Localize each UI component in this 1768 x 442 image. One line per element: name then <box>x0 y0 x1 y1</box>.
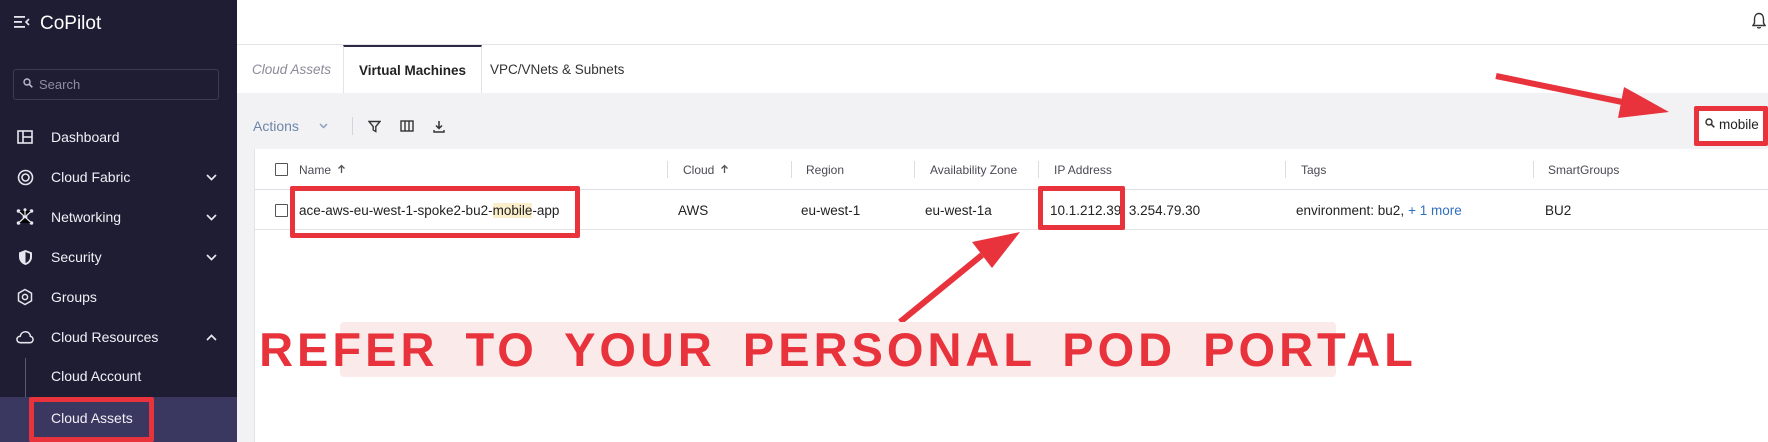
column-header-region[interactable]: Region <box>806 149 844 190</box>
sidebar-item-label: Cloud Fabric <box>51 169 131 185</box>
sidebar-item-label: Groups <box>51 289 97 305</box>
column-divider <box>1285 161 1286 178</box>
sidebar-subitem-cloud-account[interactable]: Cloud Account <box>0 357 237 397</box>
select-all-checkbox[interactable] <box>275 149 288 190</box>
column-divider <box>1038 161 1039 178</box>
column-header-smartgroups[interactable]: SmartGroups <box>1548 149 1619 190</box>
top-header <box>237 0 1768 45</box>
column-header-tags[interactable]: Tags <box>1301 149 1326 190</box>
annotation-box-name <box>290 186 580 238</box>
sidebar-item-networking[interactable]: Networking <box>0 197 237 237</box>
sidebar-item-security[interactable]: Security <box>0 237 237 277</box>
tags-text: environment: bu2, <box>1296 202 1405 218</box>
sidebar-subitem-label: Cloud Account <box>51 368 142 384</box>
shield-icon <box>16 248 34 266</box>
bell-icon[interactable] <box>1751 12 1767 30</box>
cloud-icon <box>16 328 34 346</box>
annotation-box-cloud-assets <box>29 397 154 442</box>
column-header-label: Cloud <box>683 162 715 177</box>
sidebar-search-input[interactable] <box>39 77 209 92</box>
chevron-down-icon <box>206 210 217 224</box>
annotation-banner-text: REFER TO YOUR PERSONAL POD PORTAL <box>259 323 1417 376</box>
cloud-fabric-icon <box>16 168 34 186</box>
actions-dropdown[interactable]: Actions <box>253 118 328 134</box>
column-header-name[interactable]: Name <box>299 149 346 190</box>
actions-label: Actions <box>253 118 299 134</box>
tab-cloud-assets[interactable]: Cloud Assets <box>237 45 346 93</box>
brand: CoPilot <box>14 13 101 35</box>
cell-cloud: AWS <box>678 202 709 218</box>
tags-more-link[interactable]: + 1 more <box>1408 203 1462 218</box>
networking-icon <box>16 208 34 226</box>
column-header-ip-address[interactable]: IP Address <box>1054 149 1112 190</box>
table-header: Name Cloud Region Availability Zone IP A… <box>255 149 1768 190</box>
sidebar-item-cloud-fabric[interactable]: Cloud Fabric <box>0 157 237 197</box>
annotation-box-ip <box>1038 186 1125 230</box>
chevron-up-icon <box>206 330 217 344</box>
sidebar-search[interactable] <box>13 69 219 100</box>
cell-tags: environment: bu2, + 1 more <box>1296 190 1462 230</box>
column-header-label: Name <box>299 162 332 177</box>
sidebar-item-dashboard[interactable]: Dashboard <box>0 117 237 157</box>
filter-icon[interactable] <box>365 116 385 136</box>
tab-vpc-vnets-subnets[interactable]: VPC/VNets & Subnets <box>475 45 639 93</box>
cell-smartgroups: BU2 <box>1545 202 1572 218</box>
sort-ascending-icon <box>720 163 729 177</box>
tab-bar: Cloud Assets Virtual Machines VPC/VNets … <box>237 45 1768 93</box>
chevron-down-icon <box>206 250 217 264</box>
toolbar-divider <box>351 117 353 135</box>
columns-icon[interactable] <box>397 116 417 136</box>
column-header-cloud[interactable]: Cloud <box>683 149 729 190</box>
sidebar-item-label: Dashboard <box>51 129 120 145</box>
annotation-box-search <box>1694 106 1768 146</box>
annotation-banner: REFER TO YOUR PERSONAL POD PORTAL <box>259 322 1413 377</box>
sort-ascending-icon <box>337 163 346 177</box>
groups-icon <box>16 288 34 306</box>
chevron-down-icon <box>319 121 328 132</box>
cell-availability-zone: eu-west-1a <box>925 202 992 218</box>
cell-region: eu-west-1 <box>801 202 861 218</box>
sidebar-item-label: Cloud Resources <box>51 329 159 345</box>
column-header-availability-zone[interactable]: Availability Zone <box>930 149 1017 190</box>
column-divider <box>1533 161 1534 178</box>
column-divider <box>791 161 792 178</box>
sidebar-item-groups[interactable]: Groups <box>0 277 237 317</box>
row-checkbox[interactable] <box>275 190 288 230</box>
sidebar: CoPilot Dashboard Cloud Fabric Networkin… <box>0 0 237 442</box>
column-divider <box>914 161 915 178</box>
sidebar-item-cloud-resources[interactable]: Cloud Resources <box>0 317 237 357</box>
menu-collapse-icon[interactable] <box>14 14 30 34</box>
search-icon <box>23 78 33 91</box>
chevron-down-icon <box>206 170 217 184</box>
dashboard-icon <box>16 128 34 146</box>
app-title: CoPilot <box>40 13 102 34</box>
download-icon[interactable] <box>429 116 449 136</box>
sidebar-item-label: Security <box>51 249 102 265</box>
ip-secondary: , 3.254.79.30 <box>1121 202 1201 218</box>
table-toolbar: Actions <box>253 110 461 142</box>
column-divider <box>667 161 668 178</box>
tab-virtual-machines[interactable]: Virtual Machines <box>343 45 483 93</box>
sidebar-item-label: Networking <box>51 209 122 225</box>
